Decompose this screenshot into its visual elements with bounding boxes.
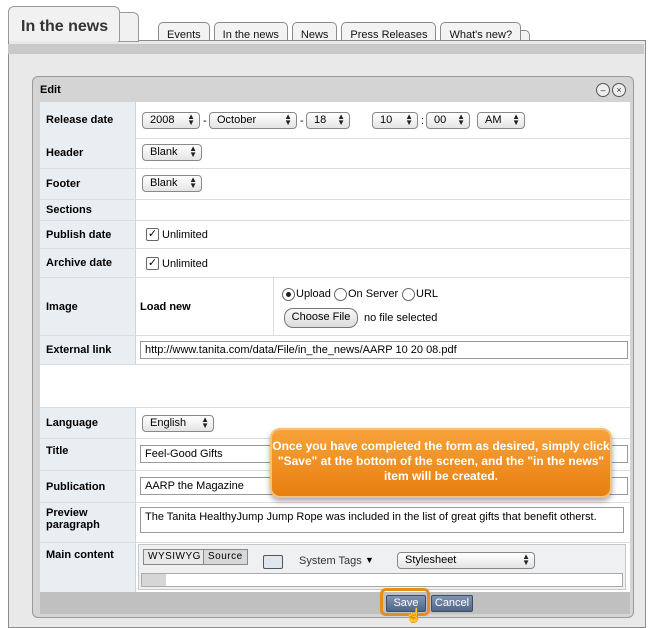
stylesheet-select[interactable]: Stylesheet ▲ ▼ xyxy=(397,552,535,569)
collapse-icon[interactable]: – xyxy=(596,83,610,97)
date-separator: - xyxy=(203,115,207,127)
title-label: Title xyxy=(40,439,136,470)
footer-label: Footer xyxy=(40,169,136,199)
updown-icon: ▲ ▼ xyxy=(405,112,413,127)
form-footer-bar xyxy=(40,592,630,614)
row-footer: Footer Blank ▲ ▼ xyxy=(40,169,630,200)
radio-url[interactable] xyxy=(402,288,415,301)
release-date-label: Release date xyxy=(40,102,136,138)
image-label: Image xyxy=(40,278,136,335)
date-separator: - xyxy=(300,115,304,127)
header-label: Header xyxy=(40,138,136,168)
no-file-text: no file selected xyxy=(364,312,438,324)
panel-title: Edit xyxy=(40,84,61,96)
radio-on-server-label: On Server xyxy=(348,288,399,300)
row-release-date: Release date 2008 ▲ ▼ - October ▲ ▼ - 18 ▲ ▼ 1… xyxy=(40,102,630,139)
main-tab-label: In the news xyxy=(21,18,109,35)
year-select[interactable]: 2008 ▲ ▼ xyxy=(142,112,200,129)
radio-upload[interactable] xyxy=(282,288,295,301)
radio-upload-label: Upload xyxy=(296,288,331,300)
close-icon[interactable]: × xyxy=(612,83,626,97)
edit-form: Release date 2008 ▲ ▼ - October ▲ ▼ - 18 ▲ ▼ 1… xyxy=(40,102,630,592)
updown-icon: ▲ ▼ xyxy=(187,112,195,127)
preview-paragraph-textarea[interactable]: The Tanita HealthyJump Jump Rope was inc… xyxy=(140,507,624,533)
archive-date-label: Archive date xyxy=(40,249,136,277)
month-select[interactable]: October ▲ ▼ xyxy=(209,112,297,129)
main-tab-in-the-news[interactable]: In the news xyxy=(8,6,120,41)
day-select[interactable]: 18 ▲ ▼ xyxy=(306,112,350,129)
editor-content-area[interactable] xyxy=(141,573,623,587)
updown-icon: ▲ ▼ xyxy=(284,112,292,127)
updown-icon: ▲ ▼ xyxy=(457,112,465,127)
load-new-label: Load new xyxy=(136,278,274,335)
language-label: Language xyxy=(40,408,136,438)
wysiwyg-tab[interactable]: WYSIWYG xyxy=(143,549,206,565)
instruction-callout: Once you have completed the form as desi… xyxy=(270,428,612,498)
publish-unlimited-label: Unlimited xyxy=(162,229,208,241)
external-link-label: External link xyxy=(40,336,136,364)
radio-url-label: URL xyxy=(416,288,439,300)
content-frame-header xyxy=(8,44,644,54)
row-preview-paragraph: Preview paragraph The Tanita HealthyJump… xyxy=(40,503,630,543)
publish-unlimited-checkbox[interactable]: ✓ xyxy=(146,228,159,241)
updown-icon: ▲ ▼ xyxy=(189,144,197,159)
row-publish-date: Publish date ✓ Unlimited xyxy=(40,221,630,249)
minute-select[interactable]: 00 ▲ ▼ xyxy=(426,112,470,129)
updown-icon: ▲ ▼ xyxy=(337,112,345,127)
external-link-input[interactable]: http://www.tanita.com/data/File/in_the_n… xyxy=(140,341,628,359)
main-content-label: Main content xyxy=(40,543,136,592)
folder-icon[interactable] xyxy=(263,555,283,569)
row-archive-date: Archive date ✓ Unlimited xyxy=(40,249,630,278)
row-image: Image Load new Upload On Server URL Choo… xyxy=(40,278,630,336)
ampm-select[interactable]: AM ▲ ▼ xyxy=(477,112,525,129)
system-tags-label[interactable]: System Tags xyxy=(299,555,362,567)
panel-controls: – × xyxy=(596,83,626,97)
cursor-hand-icon: ☝ xyxy=(405,607,423,623)
header-select[interactable]: Blank ▲ ▼ xyxy=(142,144,202,161)
publication-label: Publication xyxy=(40,471,136,502)
archive-unlimited-label: Unlimited xyxy=(162,258,208,270)
editor-corner xyxy=(142,574,166,586)
updown-icon: ▲ ▼ xyxy=(512,112,520,127)
language-select[interactable]: English ▲ ▼ xyxy=(142,415,214,432)
hour-select[interactable]: 10 ▲ ▼ xyxy=(372,112,418,129)
cancel-button[interactable]: Cancel xyxy=(431,595,473,612)
updown-icon: ▲ ▼ xyxy=(522,552,530,567)
publish-date-label: Publish date xyxy=(40,221,136,248)
choose-file-button[interactable]: Choose File xyxy=(284,308,358,328)
updown-icon: ▲ ▼ xyxy=(189,175,197,190)
main-tab-ear xyxy=(118,12,139,42)
row-sections: Sections xyxy=(40,200,630,221)
sections-label: Sections xyxy=(40,200,136,220)
main-content-editor: WYSIWYG Source System Tags ▼ Stylesheet ▲… xyxy=(138,544,626,590)
archive-unlimited-checkbox[interactable]: ✓ xyxy=(146,257,159,270)
dropdown-arrow-icon[interactable]: ▼ xyxy=(365,555,374,565)
preview-paragraph-label: Preview paragraph xyxy=(40,503,136,542)
time-separator: : xyxy=(421,115,425,127)
row-header: Header Blank ▲ ▼ xyxy=(40,138,630,169)
row-spacer xyxy=(40,365,630,408)
radio-on-server[interactable] xyxy=(334,288,347,301)
row-external-link: External link http://www.tanita.com/data… xyxy=(40,336,630,365)
footer-select[interactable]: Blank ▲ ▼ xyxy=(142,175,202,192)
updown-icon: ▲ ▼ xyxy=(201,415,209,430)
source-tab[interactable]: Source xyxy=(203,549,248,565)
